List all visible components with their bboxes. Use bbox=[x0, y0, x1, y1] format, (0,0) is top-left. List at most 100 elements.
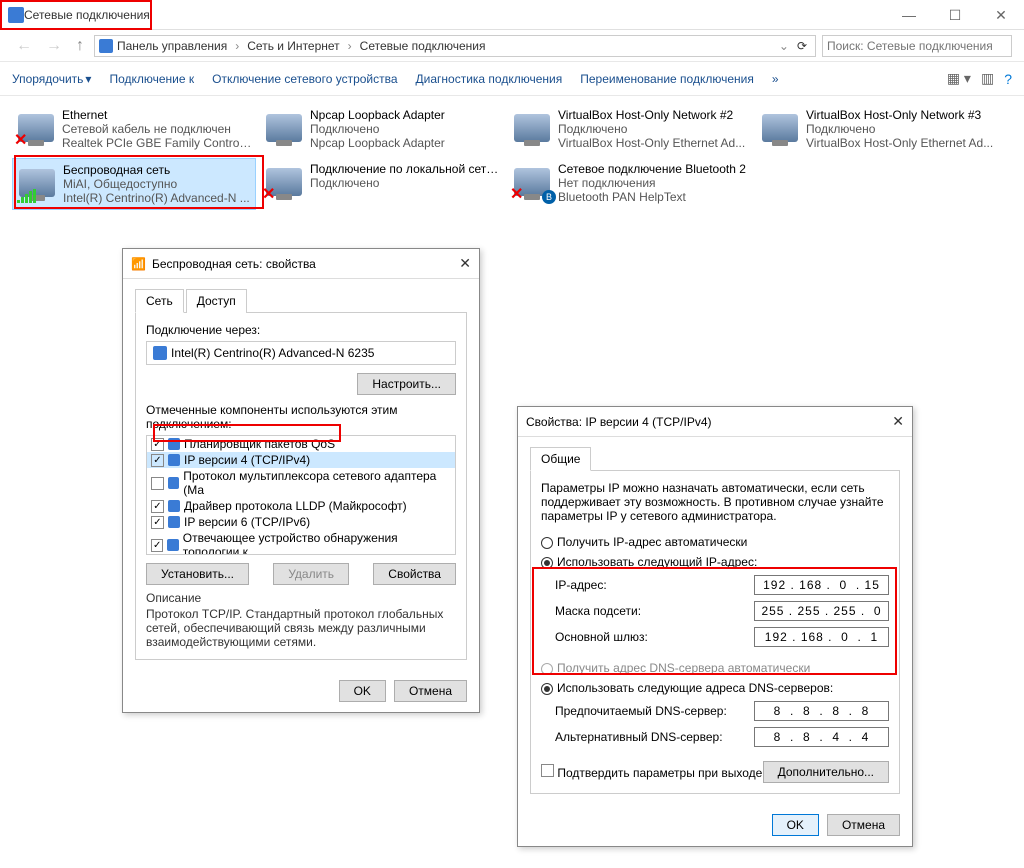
folder-icon bbox=[99, 39, 113, 53]
component-label: IP версии 4 (TCP/IPv4) bbox=[184, 453, 310, 467]
confirm-checkbox[interactable]: Подтвердить параметры при выходе bbox=[541, 764, 762, 780]
connection-status: MiAI, Общедоступно bbox=[63, 177, 250, 191]
network-icon bbox=[8, 7, 24, 23]
more-menu[interactable]: » bbox=[772, 72, 779, 86]
tab-access[interactable]: Доступ bbox=[186, 289, 247, 313]
wifi-icon: 📶 bbox=[131, 257, 146, 271]
back-button[interactable]: ← bbox=[12, 37, 36, 55]
component-row[interactable]: IP версии 4 (TCP/IPv4) bbox=[147, 452, 455, 468]
maximize-button[interactable]: ☐ bbox=[932, 0, 978, 30]
chevron-down-icon[interactable]: ⌄ bbox=[779, 39, 789, 53]
dns2-input[interactable] bbox=[754, 727, 889, 747]
toolbar: Упорядочить ▾ Подключение к Отключение с… bbox=[0, 62, 1024, 96]
connection-item[interactable]: VirtualBox Host-Only Network #3 Подключе… bbox=[756, 104, 1000, 154]
component-icon bbox=[168, 500, 180, 512]
view-icon[interactable]: ▦ ▾ bbox=[947, 70, 971, 87]
ip-input[interactable] bbox=[754, 575, 889, 595]
component-icon bbox=[168, 454, 180, 466]
minimize-button[interactable]: — bbox=[886, 0, 932, 30]
tab-general[interactable]: Общие bbox=[530, 447, 591, 471]
disable-button[interactable]: Отключение сетевого устройства bbox=[212, 72, 397, 86]
radio-auto-ip[interactable]: Получить IP-адрес автоматически bbox=[541, 535, 889, 549]
connection-icon bbox=[264, 108, 304, 148]
cancel-button[interactable]: Отмена bbox=[394, 680, 467, 702]
forward-button[interactable]: → bbox=[42, 37, 66, 55]
ipv4-ok-button[interactable]: OK bbox=[772, 814, 819, 836]
connection-device: VirtualBox Host-Only Ethernet Ad... bbox=[806, 136, 993, 150]
ipv4-close-button[interactable]: ✕ bbox=[892, 413, 904, 430]
adapter-name: Intel(R) Centrino(R) Advanced-N 6235 bbox=[171, 346, 374, 360]
component-row[interactable]: Планировщик пакетов QoS bbox=[147, 436, 455, 452]
up-button[interactable]: ↑ bbox=[72, 37, 88, 55]
ipv4-titlebar[interactable]: Свойства: IP версии 4 (TCP/IPv4) ✕ bbox=[518, 407, 912, 437]
radio-manual-dns[interactable]: Использовать следующие адреса DNS-сервер… bbox=[541, 681, 889, 695]
advanced-button[interactable]: Дополнительно... bbox=[763, 761, 889, 783]
component-row[interactable]: IP версии 6 (TCP/IPv6) bbox=[147, 514, 455, 530]
connection-item[interactable]: ✕ Ethernet Сетевой кабель не подключен R… bbox=[12, 104, 256, 154]
properties-button[interactable]: Свойства bbox=[373, 563, 456, 585]
breadcrumb-0[interactable]: Панель управления bbox=[117, 39, 227, 53]
install-button[interactable]: Установить... bbox=[146, 563, 249, 585]
connection-status: Подключено bbox=[806, 122, 993, 136]
component-row[interactable]: Протокол мультиплексора сетевого адаптер… bbox=[147, 468, 455, 498]
component-icon bbox=[168, 516, 180, 528]
connection-item[interactable]: VirtualBox Host-Only Network #2 Подключе… bbox=[508, 104, 752, 154]
refresh-button[interactable]: ⟳ bbox=[793, 39, 811, 53]
adapter-box: Intel(R) Centrino(R) Advanced-N 6235 bbox=[146, 341, 456, 365]
dns1-input[interactable] bbox=[754, 701, 889, 721]
uninstall-button[interactable]: Удалить bbox=[273, 563, 349, 585]
connection-icon: ✕B bbox=[512, 162, 552, 202]
connection-item[interactable]: ✕ Подключение по локальной сети 2 Подклю… bbox=[260, 158, 504, 210]
component-label: Драйвер протокола LLDP (Майкрософт) bbox=[184, 499, 407, 513]
rename-button[interactable]: Переименование подключения bbox=[580, 72, 754, 86]
connection-status: Сетевой кабель не подключен bbox=[62, 122, 252, 136]
address-box[interactable]: Панель управления› Сеть и Интернет› Сете… bbox=[94, 35, 816, 57]
connect-button[interactable]: Подключение к bbox=[109, 72, 194, 86]
description-text: Протокол TCP/IP. Стандартный протокол гл… bbox=[146, 607, 456, 649]
component-row[interactable]: Отвечающее устройство обнаружения тополо… bbox=[147, 530, 455, 555]
radio-manual-ip[interactable]: Использовать следующий IP-адрес: bbox=[541, 555, 889, 569]
connection-name: VirtualBox Host-Only Network #2 bbox=[558, 108, 745, 122]
ipv4-dialog: Свойства: IP версии 4 (TCP/IPv4) ✕ Общие… bbox=[517, 406, 913, 847]
checkbox[interactable] bbox=[151, 477, 164, 490]
checkbox[interactable] bbox=[151, 539, 163, 552]
component-label: Планировщик пакетов QoS bbox=[184, 437, 335, 451]
diagnose-button[interactable]: Диагностика подключения bbox=[416, 72, 563, 86]
dns1-label: Предпочитаемый DNS-сервер: bbox=[555, 704, 727, 718]
connections-grid: ✕ Ethernet Сетевой кабель не подключен R… bbox=[0, 96, 1024, 218]
close-button[interactable]: ✕ bbox=[978, 0, 1024, 30]
breadcrumb-1[interactable]: Сеть и Интернет bbox=[247, 39, 339, 53]
dialog-titlebar[interactable]: 📶 Беспроводная сеть: свойства ✕ bbox=[123, 249, 479, 279]
component-label: Отвечающее устройство обнаружения тополо… bbox=[183, 531, 451, 555]
checkbox[interactable] bbox=[151, 438, 164, 451]
dialog-close-button[interactable]: ✕ bbox=[459, 255, 471, 272]
adapter-icon bbox=[153, 346, 167, 360]
connection-item[interactable]: Беспроводная сеть MiAI, Общедоступно Int… bbox=[12, 158, 256, 210]
connection-status: Подключено bbox=[558, 122, 745, 136]
checkbox[interactable] bbox=[151, 454, 164, 467]
connection-item[interactable]: Npcap Loopback Adapter Подключено Npcap … bbox=[260, 104, 504, 154]
mask-label: Маска подсети: bbox=[555, 604, 641, 618]
ipv4-cancel-button[interactable]: Отмена bbox=[827, 814, 900, 836]
breadcrumb-2[interactable]: Сетевые подключения bbox=[360, 39, 486, 53]
organize-menu[interactable]: Упорядочить ▾ bbox=[12, 72, 91, 86]
component-list[interactable]: Планировщик пакетов QoS IP версии 4 (TCP… bbox=[146, 435, 456, 555]
mask-input[interactable] bbox=[754, 601, 889, 621]
checkbox[interactable] bbox=[151, 516, 164, 529]
dns2-label: Альтернативный DNS-сервер: bbox=[555, 730, 723, 744]
configure-button[interactable]: Настроить... bbox=[357, 373, 456, 395]
connection-status: Нет подключения bbox=[558, 176, 746, 190]
search-input[interactable] bbox=[822, 35, 1012, 57]
properties-dialog: 📶 Беспроводная сеть: свойства ✕ Сеть Дос… bbox=[122, 248, 480, 713]
tab-network[interactable]: Сеть bbox=[135, 289, 184, 313]
help-icon[interactable]: ? bbox=[1004, 71, 1012, 87]
component-row[interactable]: Драйвер протокола LLDP (Майкрософт) bbox=[147, 498, 455, 514]
details-pane-icon[interactable]: ▥ bbox=[981, 70, 994, 87]
ok-button[interactable]: OK bbox=[339, 680, 386, 702]
components-label: Отмеченные компоненты используются этим … bbox=[146, 403, 456, 431]
connection-icon: ✕ bbox=[16, 108, 56, 148]
connection-item[interactable]: ✕B Сетевое подключение Bluetooth 2 Нет п… bbox=[508, 158, 752, 210]
gw-input[interactable] bbox=[754, 627, 889, 647]
connection-device: Intel(R) Centrino(R) Advanced-N ... bbox=[63, 191, 250, 205]
checkbox[interactable] bbox=[151, 500, 164, 513]
